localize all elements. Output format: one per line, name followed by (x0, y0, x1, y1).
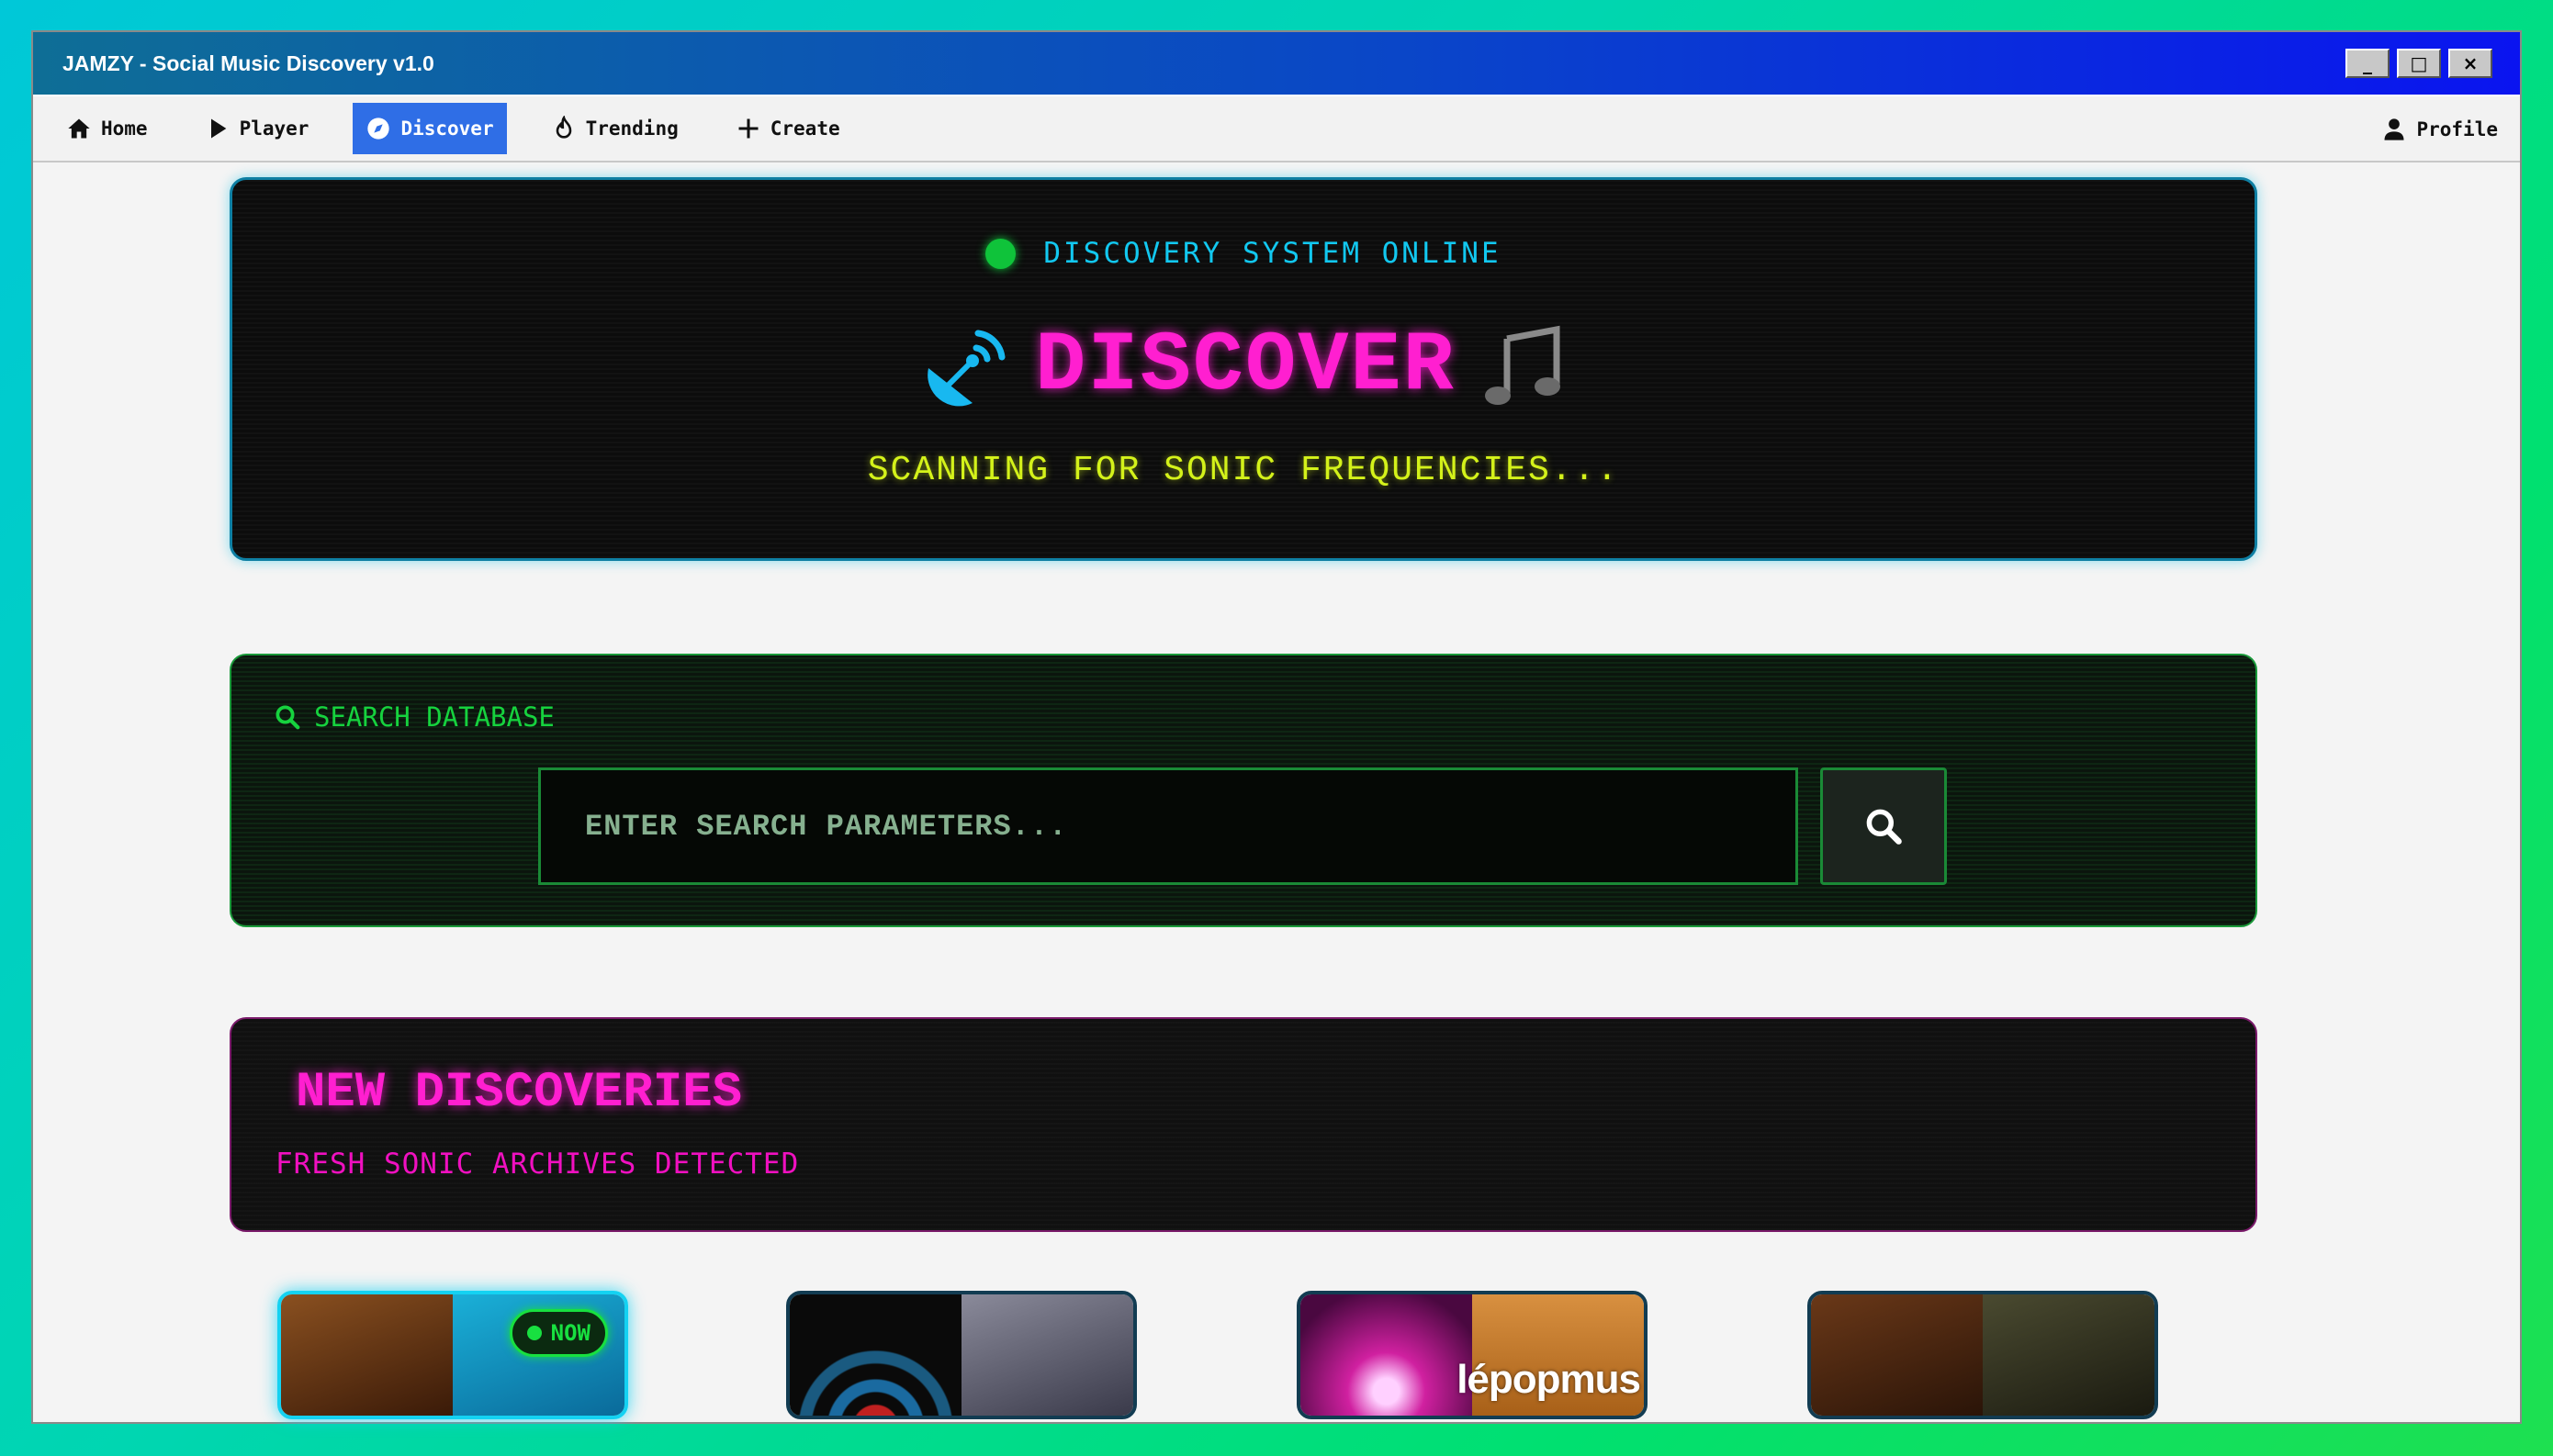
search-label: SEARCH DATABASE (274, 701, 555, 733)
search-label-text: SEARCH DATABASE (314, 701, 555, 733)
music-notes-icon (1484, 325, 1560, 405)
plus-icon (738, 118, 759, 139)
window-controls: _ □ × (2345, 49, 2492, 78)
album-art (962, 1294, 1133, 1416)
hero-subtitle: SCANNING FOR SONIC FREQUENCIES... (867, 451, 1620, 490)
album-art (1300, 1294, 1472, 1416)
discovery-card[interactable] (1807, 1291, 2158, 1419)
satellite-dish-icon (928, 330, 1006, 406)
minimize-button[interactable]: _ (2345, 49, 2390, 78)
nav-item-create[interactable]: Create (723, 103, 853, 154)
search-icon (276, 705, 300, 730)
discovery-card-grid: NOW lépopmus (246, 1291, 2266, 1419)
nav-item-label: Profile (2416, 118, 2498, 140)
album-art (1811, 1294, 1983, 1416)
fire-icon (556, 116, 571, 139)
play-icon (210, 118, 226, 139)
discovery-card[interactable] (786, 1291, 1137, 1419)
now-playing-badge: NOW (509, 1309, 608, 1357)
section-title: NEW DISCOVERIES (296, 1065, 743, 1121)
title-bar[interactable]: JAMZY - Social Music Discovery v1.0 _ □ … (33, 32, 2520, 95)
section-subtitle: FRESH SONIC ARCHIVES DETECTED (276, 1148, 800, 1181)
search-input[interactable] (538, 767, 1798, 885)
nav-item-profile[interactable]: Profile (2368, 104, 2511, 155)
search-button[interactable] (1820, 767, 1947, 885)
nav-bar: Home Player Discover Trending Create Pro… (33, 95, 2520, 162)
hero-title: DISCOVER (1035, 318, 1456, 414)
nav-item-trending[interactable]: Trending (538, 103, 692, 154)
nav-item-label: Trending (585, 118, 679, 140)
close-button[interactable]: × (2448, 49, 2492, 78)
home-icon (68, 118, 90, 139)
now-indicator (526, 1326, 542, 1340)
search-icon (1866, 809, 1902, 845)
album-art (1983, 1294, 2154, 1416)
nav-item-discover[interactable]: Discover (353, 103, 507, 154)
nav-item-label: Player (239, 118, 309, 140)
new-discoveries-panel: NEW DISCOVERIES FRESH SONIC ARCHIVES DET… (230, 1017, 2257, 1232)
nav-item-label: Discover (400, 118, 494, 140)
status-text: DISCOVERY SYSTEM ONLINE (1043, 237, 1501, 270)
nav-item-player[interactable]: Player (192, 103, 322, 154)
album-art (281, 1294, 453, 1416)
status-indicator (985, 238, 1017, 269)
album-art-text: lépopmus (1456, 1357, 1641, 1402)
user-icon (2384, 118, 2404, 140)
maximize-button[interactable]: □ (2397, 49, 2441, 78)
now-badge-label: NOW (550, 1320, 590, 1346)
window-title: JAMZY - Social Music Discovery v1.0 (62, 50, 434, 75)
nav-item-label: Home (101, 118, 148, 140)
search-panel: SEARCH DATABASE (230, 654, 2257, 927)
discovery-card[interactable]: lépopmus (1297, 1291, 1648, 1419)
discovery-card[interactable]: NOW (277, 1291, 628, 1419)
system-status: DISCOVERY SYSTEM ONLINE (232, 237, 2255, 270)
discover-hero-panel: DISCOVERY SYSTEM ONLINE DISCOVER SCANNIN… (230, 177, 2257, 561)
hero-title-row: DISCOVER (232, 318, 2255, 414)
album-art (790, 1294, 962, 1416)
nav-item-home[interactable]: Home (53, 103, 161, 154)
nav-item-label: Create (770, 118, 840, 140)
compass-icon (367, 118, 390, 140)
